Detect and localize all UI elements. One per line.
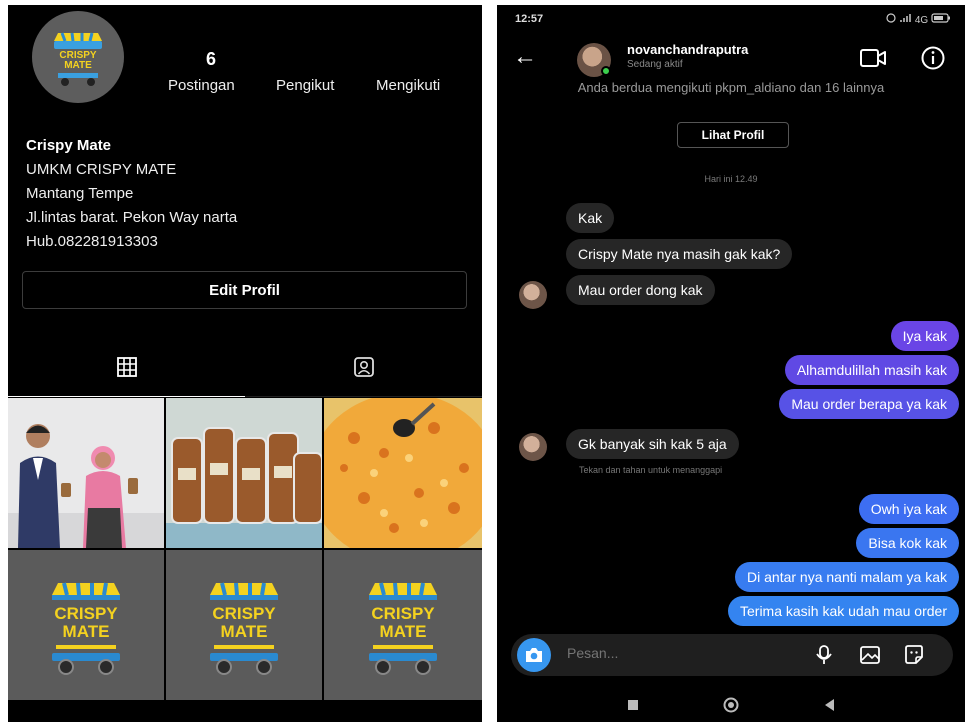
posts-grid: CRISPY MATE CRISPY MATE CRISPY MATE (8, 398, 482, 722)
sticker-icon[interactable] (903, 644, 925, 666)
outgoing-message[interactable]: Terima kasih kak udah mau order (728, 596, 959, 626)
android-nav-bar (497, 687, 965, 722)
logo-text-line2: MATE (221, 622, 268, 641)
view-profile-button[interactable]: Lihat Profil (677, 122, 789, 148)
post-thumbnail[interactable] (8, 398, 164, 548)
profile-screen: CRISPY MATE 6 Postingan Pengikut Mengiku… (8, 5, 482, 722)
logo-text-line2: MATE (63, 622, 110, 641)
grid-icon (116, 356, 137, 377)
outgoing-message[interactable]: Iya kak (890, 321, 959, 351)
recent-apps-icon[interactable] (627, 699, 639, 711)
battery-icon (931, 13, 950, 23)
status-system-icons: 4G (885, 13, 951, 26)
post-thumbnail[interactable]: CRISPY MATE (8, 550, 164, 700)
following-label[interactable]: Mengikuti (376, 77, 440, 94)
back-triangle-icon[interactable] (823, 698, 835, 712)
sender-avatar (519, 281, 547, 309)
bio-line: UMKM CRISPY MATE (26, 161, 177, 178)
microphone-icon[interactable] (813, 644, 835, 666)
bio-line: Mantang Tempe (26, 185, 134, 202)
tab-tagged[interactable] (245, 337, 482, 397)
post-thumbnail[interactable]: CRISPY MATE (324, 550, 482, 700)
contact-status: Sedang aktif (627, 59, 683, 70)
online-indicator (601, 66, 611, 76)
outgoing-message[interactable]: Mau order berapa ya kak (779, 389, 959, 419)
gallery-icon[interactable] (859, 644, 881, 666)
back-arrow-icon[interactable]: ← (513, 43, 537, 71)
mutual-followers-text: Anda berdua mengikuti pkpm_aldiano dan 1… (577, 80, 885, 95)
outgoing-message[interactable]: Di antar nya nanti malam ya kak (735, 562, 959, 592)
outgoing-message[interactable]: Bisa kok kak (856, 528, 959, 558)
svg-text:MATE: MATE (64, 60, 92, 71)
status-time: 12:57 (515, 13, 544, 25)
chat-screen: 12:57 4G ← novanchandraputra Sedang akti… (497, 5, 965, 722)
incoming-message[interactable]: Crispy Mate nya masih gak kak? (566, 239, 793, 269)
post-thumbnail[interactable] (324, 398, 482, 548)
incoming-message[interactable]: Kak (566, 203, 615, 233)
posts-count: 6 (206, 49, 217, 69)
video-call-icon[interactable] (859, 47, 887, 69)
outgoing-message[interactable]: Owh iya kak (858, 494, 959, 524)
profile-avatar[interactable]: CRISPY MATE (32, 11, 124, 103)
contact-username[interactable]: novanchandraputra (627, 42, 748, 57)
profile-tabs (8, 337, 482, 397)
bio-line: Jl.lintas barat. Pekon Way narta (26, 209, 238, 226)
camera-icon (526, 648, 542, 662)
message-composer (511, 634, 953, 676)
reply-hint-text: Tekan dan tahan untuk menanggapi (579, 465, 723, 475)
crispy-mate-logo: CRISPY MATE (52, 582, 120, 675)
followers-label[interactable]: Pengikut (276, 77, 334, 94)
info-icon[interactable] (920, 45, 946, 71)
crispy-mate-logo: CRISPY MATE (54, 32, 102, 86)
profile-stats: 6 Postingan Pengikut Mengikuti (168, 49, 468, 99)
edit-profile-button[interactable]: Edit Profil (22, 271, 467, 309)
home-icon[interactable] (723, 697, 739, 713)
crispy-mate-logo: CRISPY MATE (210, 582, 278, 675)
jars-photo (166, 398, 322, 548)
crispy-tempe-photo (324, 398, 482, 548)
logo-text-line1: CRISPY (54, 604, 118, 623)
sender-avatar (519, 433, 547, 461)
tagged-person-icon (353, 356, 374, 377)
logo-text-line1: CRISPY (371, 604, 435, 623)
people-photo (8, 398, 164, 548)
outgoing-message[interactable]: Alhamdulillah masih kak (784, 355, 959, 385)
camera-button[interactable] (517, 638, 551, 672)
signal-icon (900, 14, 911, 22)
post-thumbnail[interactable]: CRISPY MATE (166, 550, 322, 700)
incoming-message[interactable]: Gk banyak sih kak 5 aja (566, 429, 739, 459)
crispy-mate-logo: CRISPY MATE (369, 582, 437, 675)
profile-bio: Crispy Mate UMKM CRISPY MATE Mantang Tem… (26, 134, 237, 254)
profile-name: Crispy Mate (26, 137, 112, 154)
logo-text-line2: MATE (380, 622, 427, 641)
tab-posts-grid[interactable] (8, 337, 245, 397)
incoming-message[interactable]: Mau order dong kak (566, 275, 715, 305)
message-input[interactable] (567, 645, 717, 661)
post-thumbnail[interactable] (166, 398, 322, 548)
alarm-icon (886, 13, 896, 23)
bio-line: Hub.082281913303 (26, 233, 158, 250)
network-type: 4G (914, 15, 929, 26)
logo-text-line1: CRISPY (212, 604, 276, 623)
posts-label[interactable]: Postingan (168, 77, 235, 94)
chat-header: ← novanchandraputra Sedang aktif (497, 39, 965, 83)
status-bar: 12:57 4G (497, 5, 965, 31)
conversation-timestamp: Hari ini 12.49 (704, 174, 758, 184)
